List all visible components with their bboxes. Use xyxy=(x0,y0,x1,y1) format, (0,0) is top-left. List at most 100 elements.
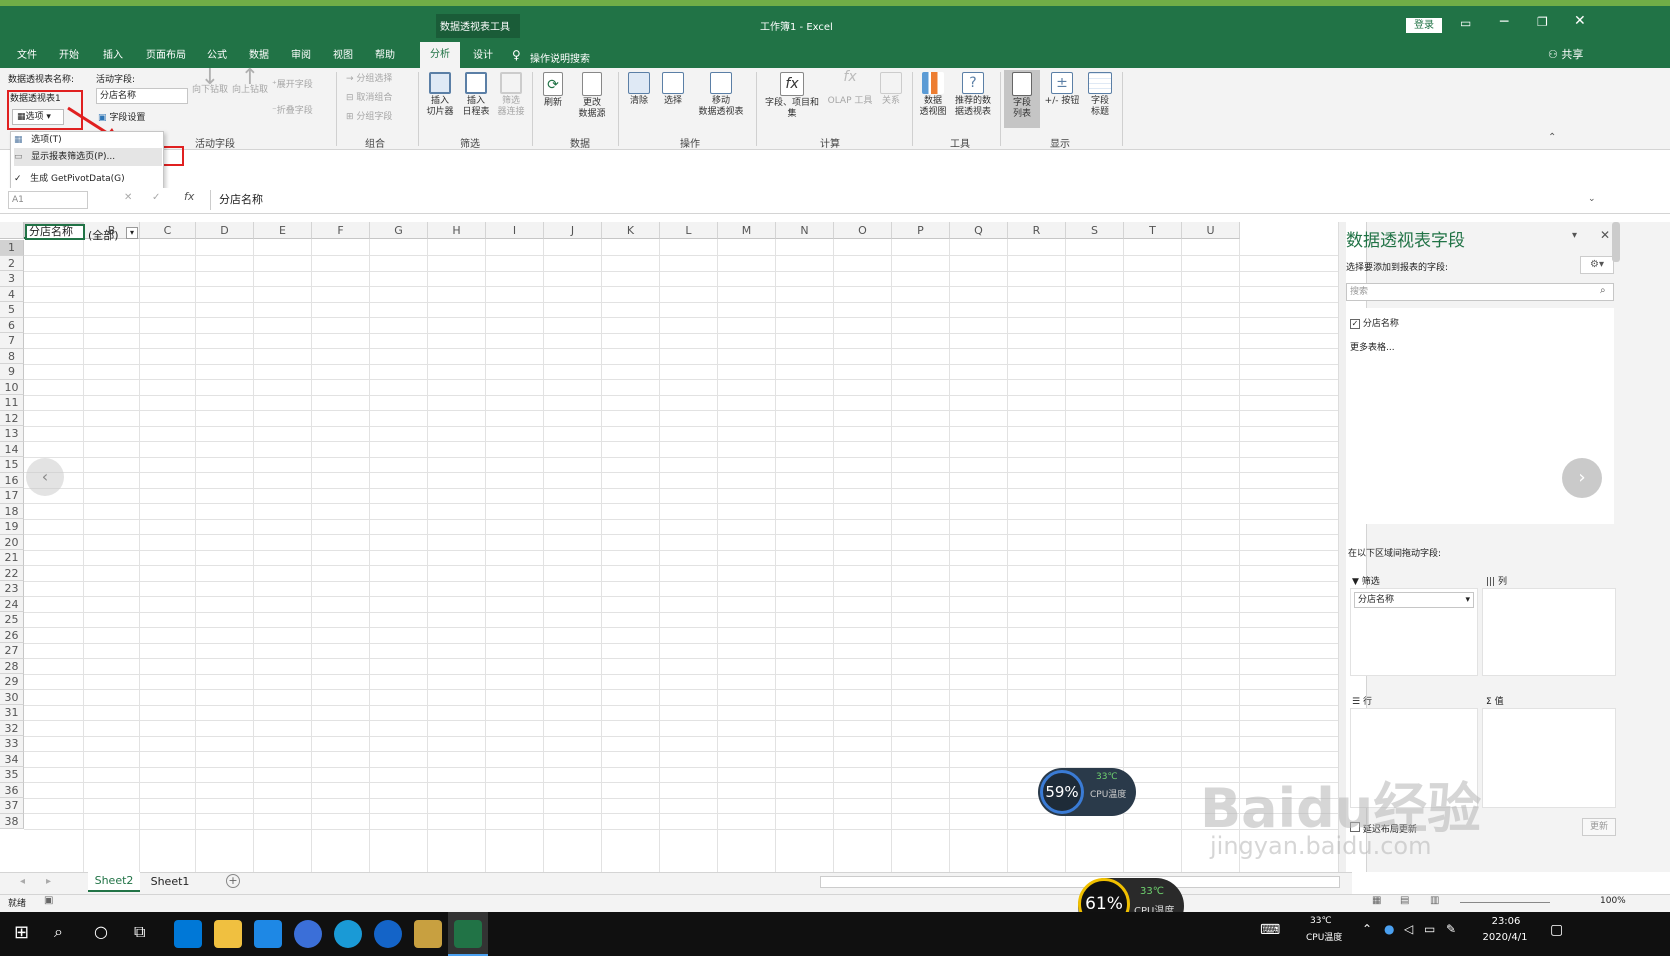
row-header[interactable]: 24 xyxy=(0,596,24,612)
plus-minus-buttons[interactable]: ± +/- 按钮 xyxy=(1040,72,1084,107)
row-header[interactable]: 3 xyxy=(0,271,24,287)
tab-view[interactable]: 视图 xyxy=(328,46,358,66)
row-header[interactable]: 34 xyxy=(0,751,24,767)
columns-area[interactable] xyxy=(1482,588,1616,676)
row-header[interactable]: 14 xyxy=(0,441,24,457)
name-box[interactable]: A1 xyxy=(8,191,88,209)
mail-icon[interactable] xyxy=(254,920,282,948)
filter-dropdown-button[interactable]: ▾ xyxy=(126,227,138,239)
network-icon[interactable]: ● xyxy=(1384,922,1394,936)
tab-file[interactable]: 文件 xyxy=(12,46,42,66)
pivot-chart-button[interactable]: 数据 透视图 xyxy=(916,72,950,118)
add-sheet-icon[interactable]: + xyxy=(226,874,240,888)
field-item[interactable]: ✓ 分店名称 xyxy=(1350,316,1399,329)
browser-icon[interactable] xyxy=(294,920,322,948)
refresh-button[interactable]: ⟳ 刷新 xyxy=(538,72,568,109)
tray-chevron-icon[interactable]: ⌃ xyxy=(1362,922,1372,936)
edge-icon[interactable] xyxy=(174,920,202,948)
task-view-icon[interactable]: ⧉ xyxy=(134,922,145,942)
row-header[interactable]: 19 xyxy=(0,519,24,535)
search-icon[interactable]: ⌕ xyxy=(1600,285,1606,296)
row-header[interactable]: 25 xyxy=(0,612,24,628)
row-header[interactable]: 10 xyxy=(0,379,24,395)
update-button[interactable]: 更新 xyxy=(1582,818,1616,836)
relationships-button[interactable]: 关系 xyxy=(876,72,906,107)
row-header[interactable]: 27 xyxy=(0,643,24,659)
row-header[interactable]: 8 xyxy=(0,348,24,364)
clock-time[interactable]: 23:06 xyxy=(1476,916,1536,927)
enter-icon[interactable]: ✓ xyxy=(152,192,160,203)
row-header[interactable]: 7 xyxy=(0,333,24,349)
column-header[interactable]: O xyxy=(834,222,892,239)
clock-date[interactable]: 2020/4/1 xyxy=(1470,932,1540,943)
zoom-slider[interactable] xyxy=(1460,902,1550,903)
column-header[interactable]: N xyxy=(776,222,834,239)
column-header[interactable]: E xyxy=(254,222,312,239)
view-page-break-icon[interactable]: ▥ xyxy=(1430,895,1439,906)
field-list-button[interactable]: 字段 列表 xyxy=(1006,72,1038,120)
row-header[interactable]: 13 xyxy=(0,426,24,442)
row-header[interactable]: 29 xyxy=(0,674,24,690)
prev-arrow-icon[interactable]: ‹ xyxy=(26,458,64,496)
row-header[interactable]: 37 xyxy=(0,798,24,814)
login-button[interactable]: 登录 xyxy=(1406,18,1442,33)
app-icon[interactable] xyxy=(414,920,442,948)
change-source-button[interactable]: 更改 数据源 xyxy=(572,72,612,120)
sheet-scroll-right-icon[interactable]: ▸ xyxy=(46,876,51,887)
restore-icon[interactable]: ❐ xyxy=(1537,15,1548,29)
column-header[interactable]: J xyxy=(544,222,602,239)
select-button[interactable]: 选择 xyxy=(658,72,688,107)
volume-icon[interactable]: ◁ xyxy=(1404,922,1413,936)
row-header[interactable]: 4 xyxy=(0,286,24,302)
tab-review[interactable]: 审阅 xyxy=(286,46,316,66)
gear-icon[interactable]: ⚙▾ xyxy=(1580,256,1614,274)
column-header[interactable]: G xyxy=(370,222,428,239)
tell-me-search[interactable]: 操作说明搜索 xyxy=(530,50,590,65)
view-page-layout-icon[interactable]: ▤ xyxy=(1400,895,1409,906)
column-header[interactable]: K xyxy=(602,222,660,239)
row-header[interactable]: 22 xyxy=(0,565,24,581)
column-header[interactable]: Q xyxy=(950,222,1008,239)
tab-insert[interactable]: 插入 xyxy=(98,46,128,66)
tab-home[interactable]: 开始 xyxy=(54,46,84,66)
drill-up-button[interactable]: ↑ 向上钻取 xyxy=(232,67,268,96)
next-arrow-icon[interactable]: › xyxy=(1562,458,1602,498)
row-header[interactable]: 23 xyxy=(0,581,24,597)
insert-slicer-button[interactable]: 插入 切片器 xyxy=(422,72,458,118)
column-header[interactable]: P xyxy=(892,222,950,239)
column-header[interactable]: T xyxy=(1124,222,1182,239)
drill-down-button[interactable]: ↓ 向下钻取 xyxy=(190,67,230,96)
zoom-level[interactable]: 100% xyxy=(1600,896,1626,906)
row-header[interactable]: 20 xyxy=(0,534,24,550)
clear-button[interactable]: 清除 xyxy=(624,72,654,107)
recommended-pivot-button[interactable]: ? 推荐的数 据透视表 xyxy=(950,72,996,118)
insert-timeline-button[interactable]: 插入 日程表 xyxy=(458,72,494,118)
sheet-tab[interactable]: Sheet1 xyxy=(144,872,196,892)
expand-formula-icon[interactable]: ⌄ xyxy=(1588,194,1596,204)
excel-icon[interactable] xyxy=(454,920,482,948)
tab-design[interactable]: 设计 xyxy=(468,46,498,66)
filter-field-chip[interactable]: 分店名称 ▾ xyxy=(1354,592,1474,608)
row-header[interactable]: 33 xyxy=(0,736,24,752)
row-header[interactable]: 26 xyxy=(0,627,24,643)
pane-menu-icon[interactable]: ▾ xyxy=(1572,230,1577,241)
row-header[interactable]: 30 xyxy=(0,689,24,705)
values-area[interactable] xyxy=(1482,708,1616,808)
expand-field-button[interactable]: ⁺展开字段 xyxy=(272,80,313,91)
fields-items-sets-button[interactable]: fx 字段、项目和 集 xyxy=(762,72,822,120)
row-header[interactable]: 35 xyxy=(0,767,24,783)
column-header[interactable]: U xyxy=(1182,222,1240,239)
row-header[interactable]: 1 xyxy=(0,240,24,256)
tab-data[interactable]: 数据 xyxy=(244,46,274,66)
collapse-field-button[interactable]: ⁻折叠字段 xyxy=(272,106,313,117)
pane-close-icon[interactable]: ✕ xyxy=(1600,228,1610,242)
cell-a1[interactable]: 分店名称 xyxy=(25,224,85,240)
row-header[interactable]: 18 xyxy=(0,503,24,519)
olap-tools-button[interactable]: fx OLAP 工具 xyxy=(826,70,874,107)
search-taskbar-icon[interactable]: ⌕ xyxy=(54,922,63,942)
windows-start-icon[interactable]: ⊞ xyxy=(14,922,29,943)
view-normal-icon[interactable]: ▦ xyxy=(1372,895,1381,906)
tab-page-layout[interactable]: 页面布局 xyxy=(142,46,190,66)
file-explorer-icon[interactable] xyxy=(214,920,242,948)
pen-icon[interactable]: ✎ xyxy=(1446,922,1456,936)
